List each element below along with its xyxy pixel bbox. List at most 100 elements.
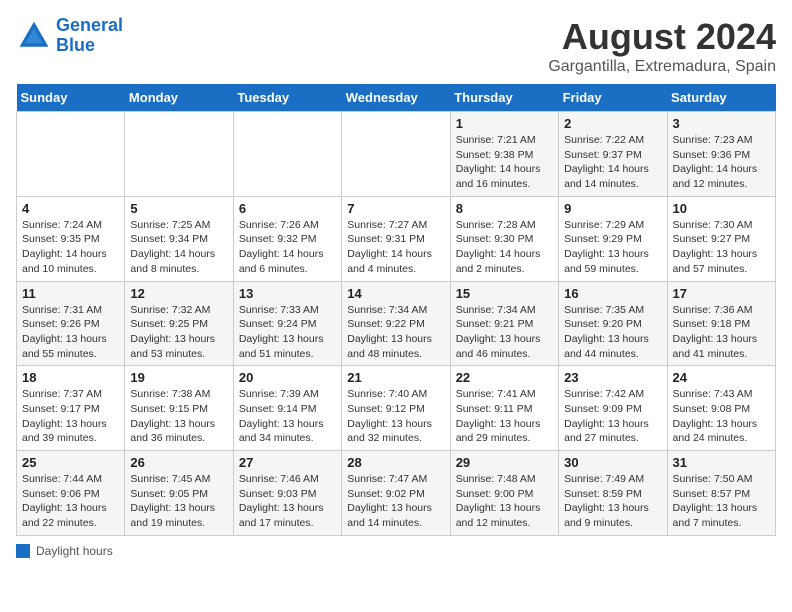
weekday-header-monday: Monday	[125, 84, 233, 112]
day-info: Sunrise: 7:39 AM Sunset: 9:14 PM Dayligh…	[239, 387, 336, 446]
day-number: 7	[347, 201, 444, 216]
day-number: 30	[564, 455, 661, 470]
footer-box	[16, 544, 30, 558]
day-info: Sunrise: 7:45 AM Sunset: 9:05 PM Dayligh…	[130, 472, 227, 531]
day-info: Sunrise: 7:26 AM Sunset: 9:32 PM Dayligh…	[239, 218, 336, 277]
calendar-cell: 11Sunrise: 7:31 AM Sunset: 9:26 PM Dayli…	[17, 281, 125, 366]
day-number: 5	[130, 201, 227, 216]
weekday-header-tuesday: Tuesday	[233, 84, 341, 112]
calendar-cell: 29Sunrise: 7:48 AM Sunset: 9:00 PM Dayli…	[450, 451, 558, 536]
day-number: 1	[456, 116, 553, 131]
calendar-week-1: 1 Sunrise: 7:21 AM Sunset: 9:38 PM Daylig…	[17, 112, 776, 197]
calendar-cell: 6 Sunrise: 7:26 AM Sunset: 9:32 PM Daylig…	[233, 196, 341, 281]
logo-text: General Blue	[56, 16, 123, 56]
weekday-header-friday: Friday	[559, 84, 667, 112]
logo-general: General	[56, 15, 123, 35]
footer-label: Daylight hours	[36, 544, 113, 558]
day-number: 23	[564, 370, 661, 385]
calendar-cell	[17, 112, 125, 197]
calendar-cell: 5Sunrise: 7:25 AM Sunset: 9:34 PM Daylig…	[125, 196, 233, 281]
logo-icon	[16, 18, 52, 54]
calendar-cell: 24 Sunrise: 7:43 AM Sunset: 9:08 PM Dayli…	[667, 366, 775, 451]
day-number: 8	[456, 201, 553, 216]
day-info: Sunrise: 7:36 AM Sunset: 9:18 PM Dayligh…	[673, 303, 770, 362]
day-number: 11	[22, 286, 119, 301]
day-info: Sunrise: 7:34 AM Sunset: 9:22 PM Dayligh…	[347, 303, 444, 362]
day-info: Sunrise: 7:32 AM Sunset: 9:25 PM Dayligh…	[130, 303, 227, 362]
day-number: 31	[673, 455, 770, 470]
day-info: Sunrise: 7:28 AM Sunset: 9:30 PM Dayligh…	[456, 218, 553, 277]
calendar-cell: 17 Sunrise: 7:36 AM Sunset: 9:18 PM Dayli…	[667, 281, 775, 366]
main-title: August 2024	[548, 16, 776, 58]
day-number: 22	[456, 370, 553, 385]
day-number: 12	[130, 286, 227, 301]
calendar-cell: 30Sunrise: 7:49 AM Sunset: 8:59 PM Dayli…	[559, 451, 667, 536]
calendar-cell	[125, 112, 233, 197]
day-info: Sunrise: 7:43 AM Sunset: 9:08 PM Dayligh…	[673, 387, 770, 446]
calendar-cell: 2 Sunrise: 7:22 AM Sunset: 9:37 PM Daylig…	[559, 112, 667, 197]
page-header: General Blue August 2024 Gargantilla, Ex…	[16, 16, 776, 76]
day-number: 27	[239, 455, 336, 470]
calendar-week-2: 4Sunrise: 7:24 AM Sunset: 9:35 PM Daylig…	[17, 196, 776, 281]
calendar-cell: 8 Sunrise: 7:28 AM Sunset: 9:30 PM Daylig…	[450, 196, 558, 281]
weekday-header-saturday: Saturday	[667, 84, 775, 112]
day-number: 6	[239, 201, 336, 216]
calendar-cell: 1 Sunrise: 7:21 AM Sunset: 9:38 PM Daylig…	[450, 112, 558, 197]
day-info: Sunrise: 7:48 AM Sunset: 9:00 PM Dayligh…	[456, 472, 553, 531]
calendar-week-4: 18 Sunrise: 7:37 AM Sunset: 9:17 PM Dayli…	[17, 366, 776, 451]
day-info: Sunrise: 7:34 AM Sunset: 9:21 PM Dayligh…	[456, 303, 553, 362]
day-number: 2	[564, 116, 661, 131]
calendar-cell: 9 Sunrise: 7:29 AM Sunset: 9:29 PM Daylig…	[559, 196, 667, 281]
day-number: 28	[347, 455, 444, 470]
calendar-cell: 4Sunrise: 7:24 AM Sunset: 9:35 PM Daylig…	[17, 196, 125, 281]
day-number: 24	[673, 370, 770, 385]
day-info: Sunrise: 7:30 AM Sunset: 9:27 PM Dayligh…	[673, 218, 770, 277]
day-info: Sunrise: 7:46 AM Sunset: 9:03 PM Dayligh…	[239, 472, 336, 531]
calendar-cell: 21 Sunrise: 7:40 AM Sunset: 9:12 PM Dayli…	[342, 366, 450, 451]
calendar-body: 1 Sunrise: 7:21 AM Sunset: 9:38 PM Daylig…	[17, 112, 776, 536]
calendar-table: SundayMondayTuesdayWednesdayThursdayFrid…	[16, 84, 776, 536]
day-number: 13	[239, 286, 336, 301]
day-number: 3	[673, 116, 770, 131]
calendar-cell: 7 Sunrise: 7:27 AM Sunset: 9:31 PM Daylig…	[342, 196, 450, 281]
day-number: 21	[347, 370, 444, 385]
calendar-cell: 27 Sunrise: 7:46 AM Sunset: 9:03 PM Dayli…	[233, 451, 341, 536]
day-number: 16	[564, 286, 661, 301]
calendar-cell	[342, 112, 450, 197]
day-number: 18	[22, 370, 119, 385]
calendar-cell: 19Sunrise: 7:38 AM Sunset: 9:15 PM Dayli…	[125, 366, 233, 451]
day-info: Sunrise: 7:42 AM Sunset: 9:09 PM Dayligh…	[564, 387, 661, 446]
day-number: 14	[347, 286, 444, 301]
day-number: 17	[673, 286, 770, 301]
day-info: Sunrise: 7:40 AM Sunset: 9:12 PM Dayligh…	[347, 387, 444, 446]
calendar-cell	[233, 112, 341, 197]
calendar-cell: 15Sunrise: 7:34 AM Sunset: 9:21 PM Dayli…	[450, 281, 558, 366]
day-info: Sunrise: 7:22 AM Sunset: 9:37 PM Dayligh…	[564, 133, 661, 192]
weekday-header-sunday: Sunday	[17, 84, 125, 112]
weekday-header-thursday: Thursday	[450, 84, 558, 112]
title-block: August 2024 Gargantilla, Extremadura, Sp…	[548, 16, 776, 76]
calendar-cell: 25Sunrise: 7:44 AM Sunset: 9:06 PM Dayli…	[17, 451, 125, 536]
day-number: 9	[564, 201, 661, 216]
logo: General Blue	[16, 16, 123, 56]
day-info: Sunrise: 7:37 AM Sunset: 9:17 PM Dayligh…	[22, 387, 119, 446]
day-info: Sunrise: 7:29 AM Sunset: 9:29 PM Dayligh…	[564, 218, 661, 277]
calendar-cell: 18 Sunrise: 7:37 AM Sunset: 9:17 PM Dayli…	[17, 366, 125, 451]
day-number: 26	[130, 455, 227, 470]
calendar-cell: 26 Sunrise: 7:45 AM Sunset: 9:05 PM Dayli…	[125, 451, 233, 536]
day-info: Sunrise: 7:44 AM Sunset: 9:06 PM Dayligh…	[22, 472, 119, 531]
day-number: 20	[239, 370, 336, 385]
day-info: Sunrise: 7:47 AM Sunset: 9:02 PM Dayligh…	[347, 472, 444, 531]
calendar-cell: 23 Sunrise: 7:42 AM Sunset: 9:09 PM Dayli…	[559, 366, 667, 451]
day-info: Sunrise: 7:35 AM Sunset: 9:20 PM Dayligh…	[564, 303, 661, 362]
day-info: Sunrise: 7:27 AM Sunset: 9:31 PM Dayligh…	[347, 218, 444, 277]
calendar-week-3: 11Sunrise: 7:31 AM Sunset: 9:26 PM Dayli…	[17, 281, 776, 366]
calendar-cell: 10Sunrise: 7:30 AM Sunset: 9:27 PM Dayli…	[667, 196, 775, 281]
day-info: Sunrise: 7:50 AM Sunset: 8:57 PM Dayligh…	[673, 472, 770, 531]
day-info: Sunrise: 7:33 AM Sunset: 9:24 PM Dayligh…	[239, 303, 336, 362]
calendar-week-5: 25Sunrise: 7:44 AM Sunset: 9:06 PM Dayli…	[17, 451, 776, 536]
calendar-cell: 16 Sunrise: 7:35 AM Sunset: 9:20 PM Dayli…	[559, 281, 667, 366]
calendar-cell: 14 Sunrise: 7:34 AM Sunset: 9:22 PM Dayli…	[342, 281, 450, 366]
day-info: Sunrise: 7:21 AM Sunset: 9:38 PM Dayligh…	[456, 133, 553, 192]
footer: Daylight hours	[16, 544, 776, 558]
